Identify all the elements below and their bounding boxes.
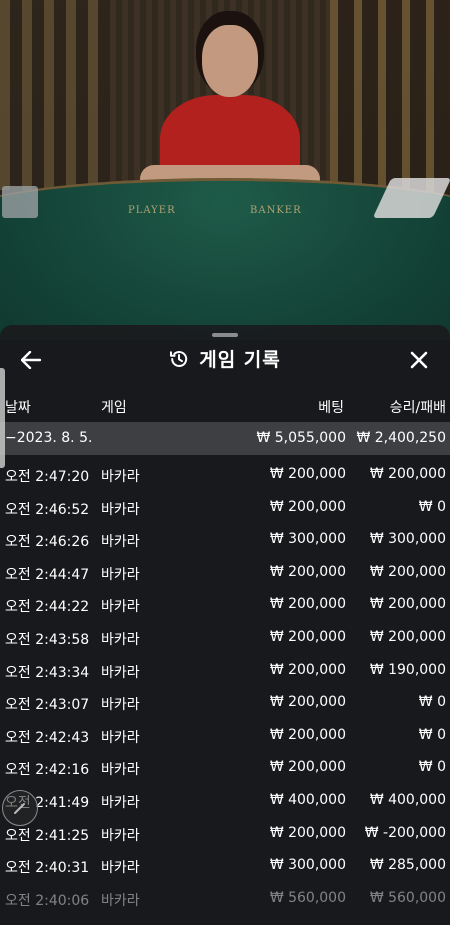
row-game: 바카라 <box>101 501 140 518</box>
row-bet: ₩ 200,000 <box>269 726 346 743</box>
history-row[interactable]: 오전 2:44:22 바카라 ₩ 200,000 ₩ 200,000 <box>0 588 450 621</box>
live-video-feed: PLAYER BANKER <box>0 0 450 340</box>
row-bet: ₩ 300,000 <box>269 531 346 548</box>
game-history-sheet: 게임 기록 날짜 게임 베팅 승리/패배 −2023. 8. 5. ₩ 5,05… <box>0 325 450 925</box>
summary-result-total: ₩ 2,400,250 <box>356 430 446 446</box>
history-row[interactable]: 오전 2:47:20 바카라 ₩ 200,000 ₩ 200,000 <box>0 458 450 491</box>
column-header-date: 날짜 <box>5 400 31 416</box>
pen-icon <box>14 803 25 814</box>
row-bet: ₩ 200,000 <box>269 824 346 841</box>
row-time: 오전 2:43:34 <box>5 664 90 681</box>
row-game: 바카라 <box>101 469 140 485</box>
row-result: ₩ 0 <box>418 498 446 515</box>
row-time: 오전 2:40:06 <box>5 892 90 909</box>
row-time: 오전 2:41:25 <box>5 827 90 844</box>
row-time: 오전 2:42:16 <box>5 762 90 779</box>
row-bet: ₩ 200,000 <box>269 694 346 711</box>
row-result: ₩ 285,000 <box>369 857 446 874</box>
date-summary-row[interactable]: −2023. 8. 5. ₩ 5,055,000 ₩ 2,400,250 <box>0 422 450 455</box>
row-game: 바카라 <box>101 664 140 681</box>
row-bet: ₩ 200,000 <box>269 628 346 645</box>
summary-date: −2023. 8. 5. <box>5 430 93 446</box>
row-result: ₩ -200,000 <box>364 824 446 841</box>
row-bet: ₩ 200,000 <box>269 563 346 580</box>
row-bet: ₩ 200,000 <box>269 466 346 482</box>
drag-handle[interactable] <box>212 333 238 337</box>
row-result: ₩ 200,000 <box>369 596 446 613</box>
row-bet: ₩ 200,000 <box>269 596 346 613</box>
column-header-game: 게임 <box>101 400 127 416</box>
row-result: ₩ 200,000 <box>369 563 446 580</box>
row-game: 바카라 <box>101 631 140 648</box>
table-label-player: PLAYER <box>128 205 176 216</box>
history-row[interactable]: 오전 2:43:58 바카라 ₩ 200,000 ₩ 200,000 <box>0 621 450 654</box>
row-result: ₩ 200,000 <box>369 628 446 645</box>
column-header-bet: 베팅 <box>318 400 344 416</box>
history-list: 오전 2:47:20 바카라 ₩ 200,000 ₩ 200,000 오전 2:46:… <box>0 458 450 914</box>
history-row[interactable]: 오전 2:40:06 바카라 ₩ 560,000 ₩ 560,000 <box>0 882 450 915</box>
row-time: 오전 2:46:26 <box>5 534 90 551</box>
row-game: 바카라 <box>101 534 140 551</box>
history-row[interactable]: 오전 2:44:47 바카라 ₩ 200,000 ₩ 200,000 <box>0 556 450 589</box>
decorative-wall-right <box>330 0 450 200</box>
history-row[interactable]: 오전 2:42:16 바카라 ₩ 200,000 ₩ 0 <box>0 751 450 784</box>
history-row[interactable]: 오전 2:40:31 바카라 ₩ 300,000 ₩ 285,000 <box>0 849 450 882</box>
edit-button[interactable] <box>2 790 38 826</box>
side-panel-tab[interactable] <box>0 368 5 468</box>
history-row[interactable]: 오전 2:43:07 바카라 ₩ 200,000 ₩ 0 <box>0 686 450 719</box>
row-bet: ₩ 200,000 <box>269 498 346 515</box>
row-result: ₩ 0 <box>418 726 446 743</box>
row-time: 오전 2:47:20 <box>5 469 90 485</box>
close-icon <box>410 351 428 369</box>
history-row[interactable]: 오전 2:43:34 바카라 ₩ 200,000 ₩ 190,000 <box>0 654 450 687</box>
row-game: 바카라 <box>101 892 140 909</box>
row-bet: ₩ 560,000 <box>269 889 346 906</box>
row-bet: ₩ 200,000 <box>269 661 346 678</box>
history-row[interactable]: 오전 2:41:49 바카라 ₩ 400,000 ₩ 400,000 <box>0 784 450 817</box>
decorative-wall-left <box>0 0 110 190</box>
close-button[interactable] <box>404 346 434 374</box>
row-result: ₩ 190,000 <box>369 661 446 678</box>
row-time: 오전 2:42:43 <box>5 729 90 746</box>
row-game: 바카라 <box>101 697 140 714</box>
row-result: ₩ 0 <box>418 759 446 776</box>
row-time: 오전 2:43:58 <box>5 631 90 648</box>
row-game: 바카라 <box>101 762 140 779</box>
row-result: ₩ 300,000 <box>369 531 446 548</box>
dealer <box>140 25 320 205</box>
row-result: ₩ 0 <box>418 694 446 711</box>
row-result: ₩ 400,000 <box>369 791 446 808</box>
history-row[interactable]: 오전 2:42:43 바카라 ₩ 200,000 ₩ 0 <box>0 719 450 752</box>
title-group: 게임 기록 <box>0 345 450 372</box>
row-game: 바카라 <box>101 794 140 811</box>
row-bet: ₩ 300,000 <box>269 857 346 874</box>
row-time: 오전 2:44:22 <box>5 599 90 616</box>
discard-tray <box>2 186 38 218</box>
row-result: ₩ 560,000 <box>369 889 446 906</box>
row-game: 바카라 <box>101 827 140 844</box>
row-time: 오전 2:46:52 <box>5 501 90 518</box>
history-icon <box>170 350 188 367</box>
row-game: 바카라 <box>101 860 140 877</box>
history-row[interactable]: 오전 2:41:25 바카라 ₩ 200,000 ₩ -200,000 <box>0 817 450 850</box>
row-game: 바카라 <box>101 566 140 583</box>
row-game: 바카라 <box>101 729 140 746</box>
row-game: 바카라 <box>101 599 140 616</box>
row-result: ₩ 200,000 <box>369 466 446 482</box>
page-title: 게임 기록 <box>199 349 281 371</box>
column-headers: 날짜 게임 베팅 승리/패배 <box>0 397 450 419</box>
history-row[interactable]: 오전 2:46:52 바카라 ₩ 200,000 ₩ 0 <box>0 491 450 524</box>
column-header-result: 승리/패배 <box>389 400 446 416</box>
history-row[interactable]: 오전 2:46:26 바카라 ₩ 300,000 ₩ 300,000 <box>0 523 450 556</box>
row-bet: ₩ 400,000 <box>269 791 346 808</box>
row-time: 오전 2:44:47 <box>5 566 90 583</box>
sheet-header: 게임 기록 <box>0 341 450 379</box>
row-bet: ₩ 200,000 <box>269 759 346 776</box>
table-label-banker: BANKER <box>250 205 302 216</box>
row-time: 오전 2:43:07 <box>5 697 90 714</box>
summary-bet-total: ₩ 5,055,000 <box>256 430 346 446</box>
row-time: 오전 2:40:31 <box>5 860 90 877</box>
